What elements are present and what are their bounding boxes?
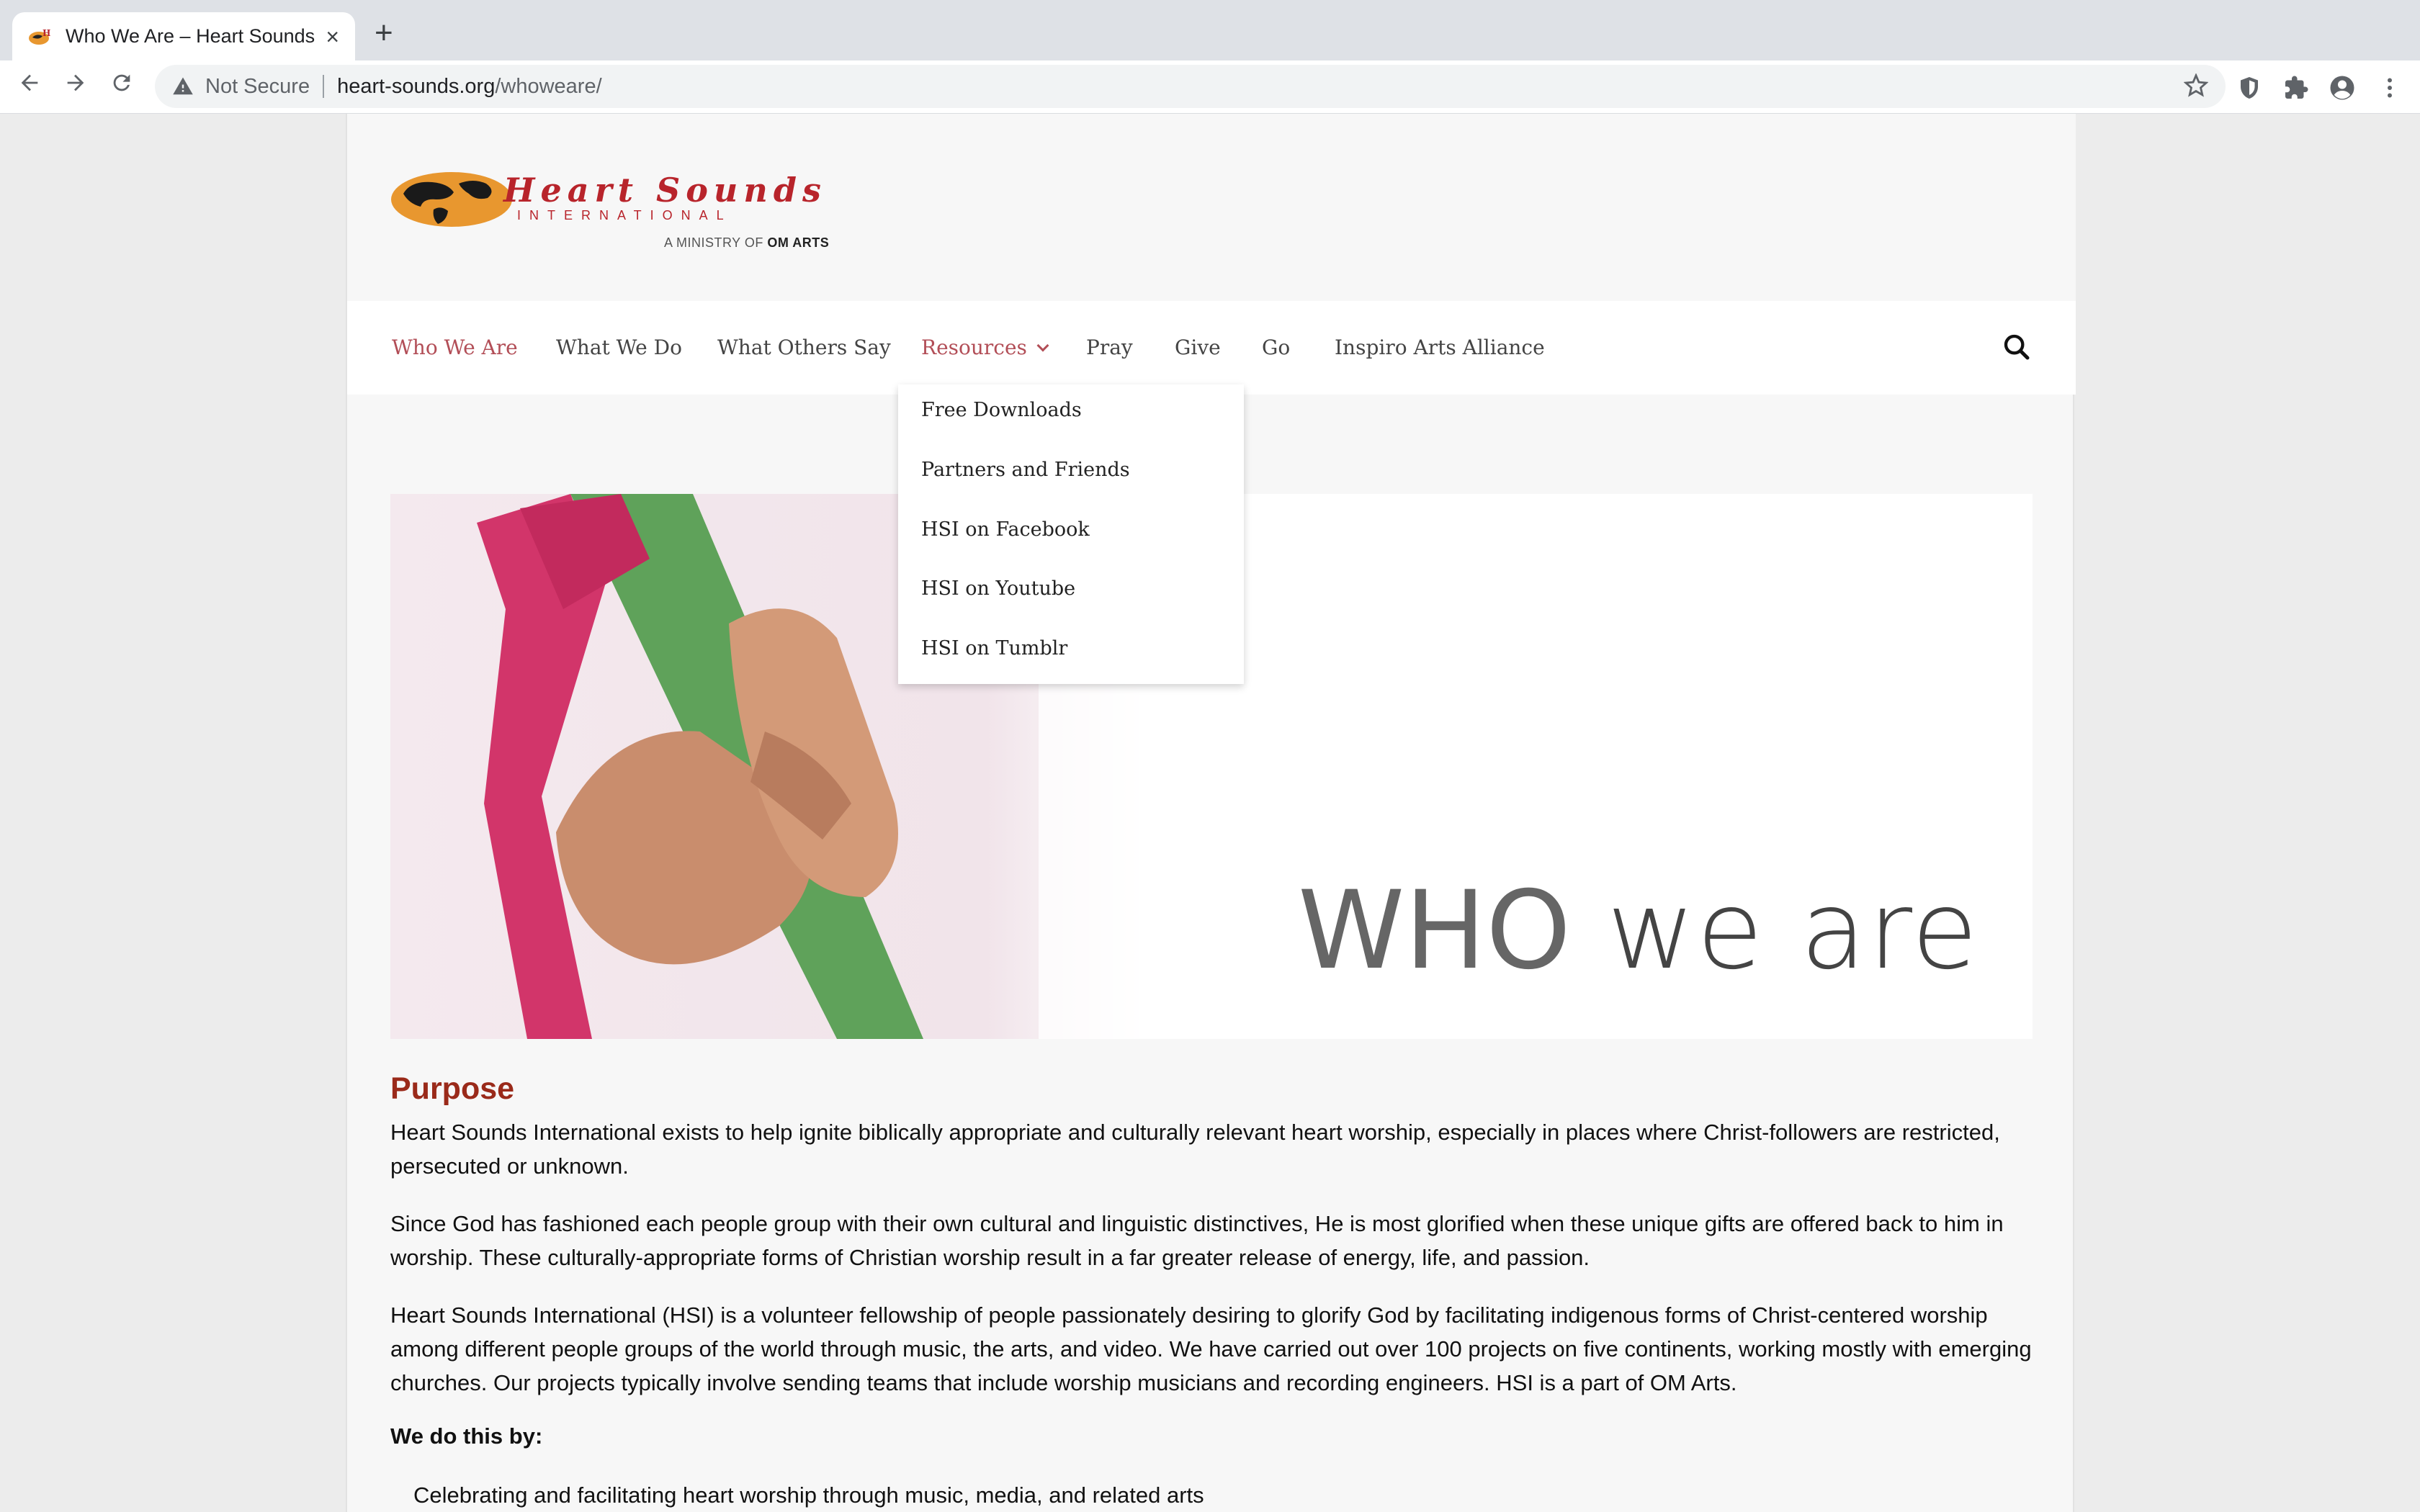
extensions-puzzle-icon[interactable] xyxy=(2283,75,2309,101)
hero-heading-we-are: we are xyxy=(1606,868,1980,994)
we-do-label: We do this by: xyxy=(390,1423,543,1449)
browser-tab-bar: H Who We Are – Heart Sounds Internationa… xyxy=(0,0,2420,60)
tab-title: Who We Are – Heart Sounds International xyxy=(66,25,321,47)
hero-heading: WHO we are xyxy=(1298,868,1979,994)
svg-text:H: H xyxy=(42,28,50,38)
nav-resources[interactable]: Resources xyxy=(921,301,1049,395)
content-paragraph: Heart Sounds International exists to hel… xyxy=(390,1120,2000,1179)
url-host: heart-sounds.org xyxy=(337,74,496,98)
shield-extension-icon[interactable] xyxy=(2236,75,2262,101)
chevron-down-icon xyxy=(1036,339,1049,352)
logo-subtitle: INTERNATIONAL xyxy=(517,208,732,222)
page-viewport: Heart Sounds INTERNATIONAL A MINISTRY OF… xyxy=(0,114,2420,1512)
warning-icon xyxy=(172,76,194,97)
new-tab-button[interactable]: + xyxy=(375,17,393,49)
url-path: /whoweare/ xyxy=(495,74,602,98)
security-status[interactable]: Not Secure xyxy=(205,75,310,99)
browser-toolbar: Not Secure heart-sounds.org/whoweare/ xyxy=(0,60,2420,114)
reload-icon[interactable] xyxy=(109,71,134,99)
resources-dropdown-menu: Free Downloads Partners and Friends HSI … xyxy=(898,384,1244,684)
section-heading-purpose: Purpose xyxy=(390,1071,515,1106)
nav-inspiro-arts-alliance[interactable]: Inspiro Arts Alliance xyxy=(1335,301,1545,395)
logo-tagline: A MINISTRY OF OM ARTS xyxy=(664,235,829,251)
nav-go[interactable]: Go xyxy=(1262,301,1290,395)
dropdown-item-free-downloads[interactable]: Free Downloads xyxy=(921,399,1082,421)
dropdown-item-hsi-facebook[interactable]: HSI on Facebook xyxy=(921,518,1090,541)
main-navigation: Who We Are What We Do What Others Say Re… xyxy=(347,301,2076,395)
dropdown-item-hsi-tumblr[interactable]: HSI on Tumblr xyxy=(921,637,1067,660)
main-content: Purpose Heart Sounds International exist… xyxy=(390,1071,2040,1512)
nav-pray[interactable]: Pray xyxy=(1086,301,1133,395)
browser-tab[interactable]: H Who We Are – Heart Sounds Internationa… xyxy=(12,12,355,60)
browser-menu-icon[interactable] xyxy=(2377,75,2403,101)
bookmark-star-icon[interactable] xyxy=(2183,73,2209,102)
address-bar[interactable]: Not Secure heart-sounds.org/whoweare/ xyxy=(155,65,2226,108)
list-item: Celebrating and facilitating heart worsh… xyxy=(413,1482,1204,1508)
site-header: Heart Sounds INTERNATIONAL A MINISTRY OF… xyxy=(347,114,2076,301)
forward-arrow-icon[interactable] xyxy=(63,71,88,99)
nav-who-we-are[interactable]: Who We Are xyxy=(392,301,518,395)
dropdown-item-partners-and-friends[interactable]: Partners and Friends xyxy=(921,459,1130,481)
nav-what-others-say[interactable]: What Others Say xyxy=(717,301,891,395)
logo-title: Heart Sounds xyxy=(503,171,827,210)
site-logo[interactable]: Heart Sounds INTERNATIONAL A MINISTRY OF… xyxy=(390,168,829,250)
logo-tag-org: OM ARTS xyxy=(767,235,830,250)
nav-give[interactable]: Give xyxy=(1175,301,1221,395)
dropdown-item-hsi-youtube[interactable]: HSI on Youtube xyxy=(921,577,1075,600)
profile-avatar-icon[interactable] xyxy=(2329,75,2355,101)
site-favicon-icon: H xyxy=(28,27,53,46)
site-container: Heart Sounds INTERNATIONAL A MINISTRY OF… xyxy=(346,114,2076,1512)
back-arrow-icon[interactable] xyxy=(17,71,42,99)
tab-close-icon[interactable]: × xyxy=(326,25,339,48)
content-paragraph: Since God has fashioned each people grou… xyxy=(390,1211,2004,1270)
globe-logo-icon xyxy=(391,172,512,227)
nav-resources-label: Resources xyxy=(921,336,1027,359)
omnibox-divider xyxy=(323,75,325,98)
logo-tag-prefix: A MINISTRY OF xyxy=(664,235,768,250)
nav-what-we-do[interactable]: What We Do xyxy=(556,301,682,395)
hero-heading-who: WHO xyxy=(1298,868,1572,994)
content-paragraph: Heart Sounds International (HSI) is a vo… xyxy=(390,1302,2032,1395)
search-icon[interactable] xyxy=(2002,333,2031,361)
